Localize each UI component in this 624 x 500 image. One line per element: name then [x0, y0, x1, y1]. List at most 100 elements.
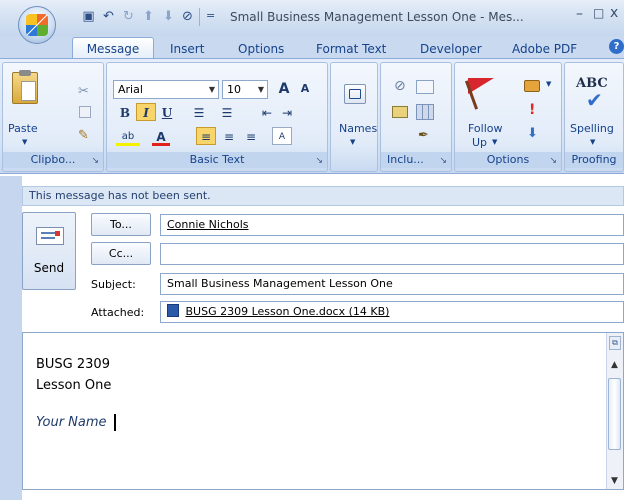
redo-icon[interactable]: ↻ — [120, 9, 137, 25]
tab-format-text[interactable]: Format Text — [316, 40, 386, 58]
names-group — [330, 62, 378, 172]
scroll-up-icon[interactable]: ▲ — [608, 360, 621, 370]
cc-button[interactable]: Cc... — [91, 242, 151, 265]
options-launcher-icon[interactable]: ↘ — [549, 156, 557, 166]
chevron-down-icon: ▼ — [257, 85, 264, 94]
grow-font-icon[interactable]: A — [274, 80, 294, 98]
font-size-value: 10 — [227, 83, 241, 96]
decrease-indent-icon[interactable]: ⇤ — [258, 104, 276, 122]
customize-quick-access-icon[interactable]: = — [206, 9, 215, 22]
tab-developer[interactable]: Developer — [420, 40, 482, 58]
window-title: Small Business Management Lesson One - M… — [230, 10, 524, 24]
align-center-icon[interactable]: ≡ — [220, 128, 238, 146]
scroll-down-icon[interactable]: ▼ — [608, 476, 621, 486]
attach-item-icon[interactable] — [416, 80, 434, 94]
paste-icon[interactable] — [12, 70, 38, 104]
spelling-dropdown-icon[interactable]: ▼ — [590, 138, 595, 146]
tab-message[interactable]: Message — [72, 37, 154, 59]
attachment-link[interactable]: BUSG 2309 Lesson One.docx (14 KB) — [186, 305, 390, 318]
attachment-field[interactable]: BUSG 2309 Lesson One.docx (14 KB) — [160, 301, 624, 323]
paste-dropdown-icon[interactable]: ▼ — [22, 138, 27, 146]
subject-label: Subject: — [91, 278, 136, 291]
tab-adobe-pdf[interactable]: Adobe PDF — [512, 40, 577, 58]
font-name-value: Arial — [118, 83, 143, 96]
previous-item-icon[interactable]: ⬆ — [140, 9, 157, 25]
maximize-button[interactable]: □ — [593, 6, 604, 20]
attached-label: Attached: — [91, 306, 145, 319]
next-item-icon[interactable]: ⬇ — [160, 9, 177, 25]
info-bar: This message has not been sent. — [22, 186, 624, 206]
basic-text-group-label: Basic Text — [107, 152, 327, 168]
options-group-label: Options — [455, 152, 561, 168]
italic-button[interactable]: I — [136, 103, 156, 121]
names-dropdown-icon[interactable]: ▼ — [350, 138, 355, 146]
body-line-course: BUSG 2309 — [36, 357, 110, 372]
increase-indent-icon[interactable]: ⇥ — [278, 104, 296, 122]
to-recipient: Connie Nichols — [167, 218, 249, 231]
tab-insert[interactable]: Insert — [170, 40, 204, 58]
address-book-icon[interactable] — [344, 84, 366, 104]
word-document-icon — [167, 304, 179, 317]
cut-icon[interactable]: ✂ — [78, 84, 89, 99]
follow-up-button[interactable]: Follow — [468, 122, 503, 135]
align-right-icon[interactable]: ≡ — [242, 128, 260, 146]
cc-field[interactable] — [160, 243, 624, 265]
calendar-icon[interactable] — [416, 104, 434, 120]
office-button[interactable] — [18, 6, 56, 44]
numbering-icon[interactable]: ☰ — [218, 104, 236, 122]
clipboard-group-label: Clipbo... — [3, 152, 103, 168]
permission-dropdown-icon[interactable]: ▼ — [546, 80, 551, 88]
chevron-down-icon: ▼ — [208, 85, 215, 94]
low-importance-icon[interactable]: ⬇ — [527, 126, 538, 141]
business-card-icon[interactable] — [392, 106, 408, 118]
undo-icon[interactable]: ↶ — [100, 9, 117, 25]
follow-up-dropdown-icon[interactable]: ▼ — [492, 138, 497, 146]
include-launcher-icon[interactable]: ↘ — [439, 156, 447, 166]
tab-options[interactable]: Options — [238, 40, 284, 58]
clear-formatting-icon[interactable]: A — [272, 127, 292, 145]
bold-button[interactable]: B — [116, 104, 134, 122]
check-icon: ✔ — [586, 88, 603, 112]
spelling-button[interactable]: Spelling — [570, 122, 614, 135]
font-color-icon[interactable]: A — [152, 128, 170, 146]
help-icon[interactable]: ? — [609, 39, 624, 54]
scroll-thumb[interactable] — [608, 378, 621, 450]
subject-field[interactable]: Small Business Management Lesson One — [160, 273, 624, 295]
align-left-icon[interactable]: ≡ — [196, 127, 216, 145]
follow-up-button-line2[interactable]: Up — [472, 136, 487, 149]
attach-file-icon[interactable]: ⊘ — [394, 78, 406, 94]
proofing-group-label: Proofing — [565, 152, 623, 168]
office-logo-icon — [26, 14, 48, 36]
send-icon — [36, 227, 64, 245]
save-icon[interactable]: ▣ — [80, 9, 97, 25]
attach-icon[interactable]: ⊘ — [179, 9, 196, 25]
body-line-lesson: Lesson One — [36, 378, 112, 393]
bullets-icon[interactable]: ☰ — [190, 104, 208, 122]
names-button[interactable]: Names — [339, 122, 377, 135]
shrink-font-icon[interactable]: A — [295, 80, 315, 98]
window-frame — [0, 176, 22, 500]
ruler-toggle-icon[interactable]: ⧉ — [609, 336, 621, 350]
to-field[interactable]: Connie Nichols — [160, 214, 624, 236]
basic-text-launcher-icon[interactable]: ↘ — [315, 156, 323, 166]
message-body[interactable] — [22, 332, 624, 490]
to-button[interactable]: To... — [91, 213, 151, 236]
send-button[interactable]: Send — [22, 212, 76, 290]
body-signature: Your Name — [36, 415, 107, 430]
permission-icon[interactable] — [524, 80, 540, 92]
highlight-icon[interactable]: ab — [116, 128, 140, 146]
underline-button[interactable]: U — [158, 104, 176, 122]
minimize-button[interactable]: – — [576, 6, 583, 22]
close-button[interactable]: x — [610, 5, 618, 21]
paste-button[interactable]: Paste — [8, 122, 38, 135]
format-painter-icon[interactable]: ✎ — [78, 128, 89, 143]
font-size-dropdown[interactable]: 10 ▼ — [222, 80, 268, 99]
text-caret — [114, 414, 116, 431]
clipboard-launcher-icon[interactable]: ↘ — [91, 156, 99, 166]
signature-icon[interactable]: ✒ — [418, 128, 429, 143]
send-label: Send — [33, 261, 65, 275]
quick-access-separator — [199, 8, 200, 26]
font-name-dropdown[interactable]: Arial ▼ — [113, 80, 219, 99]
high-importance-icon[interactable]: ! — [529, 102, 535, 118]
copy-icon[interactable] — [79, 106, 91, 118]
